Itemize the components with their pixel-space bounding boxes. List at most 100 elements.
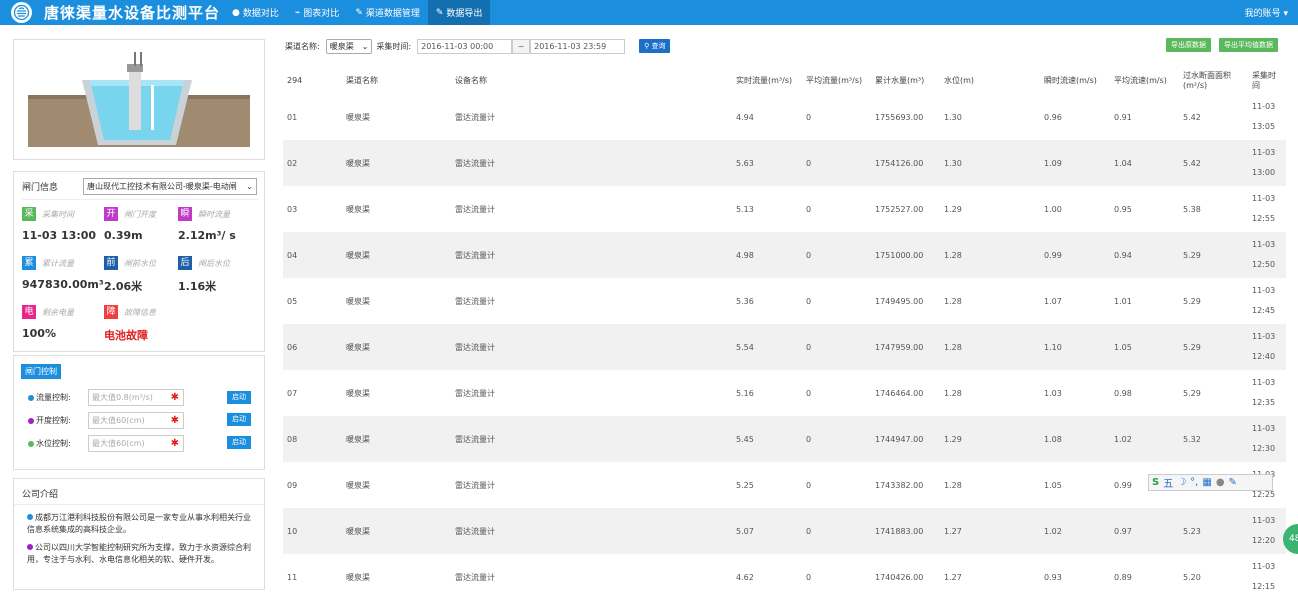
end-time-input[interactable]: 2016-11-03 23:59 bbox=[530, 38, 626, 54]
table-cell: 0 bbox=[806, 388, 812, 398]
channel-select[interactable]: 暖泉渠 ⌄ bbox=[325, 38, 373, 54]
table-cell: 1755693.00 bbox=[875, 112, 924, 122]
wrench-icon: ✎ bbox=[355, 7, 363, 18]
table-row[interactable]: 11 暖泉渠 雷达流量计 4.62 0 1740426.00 1.27 0.93 0.89 5.2… bbox=[283, 554, 1286, 600]
company-paragraph: 成都万江港利科技股份有限公司是一家专业从事水利相关行业信息系统集成的高科技企业。 bbox=[27, 512, 257, 536]
query-button[interactable]: ⚲ 查询 bbox=[639, 39, 671, 53]
table-cell: 5.42 bbox=[1179, 140, 1248, 186]
table-cell: 10 bbox=[283, 508, 342, 554]
metric-label: 剩余电量 bbox=[42, 307, 74, 317]
nav-chart-compare[interactable]: ⌁ 图表对比 bbox=[287, 0, 347, 25]
table-row[interactable]: 01 暖泉渠 雷达流量计 4.94 0 1755693.00 1.30 0.96 0.91 5.4… bbox=[283, 94, 1286, 140]
sogou-icon: S bbox=[1152, 477, 1160, 488]
table-row[interactable]: 09暖泉渠雷达流量计5.2501743382.001.281.050.9911-… bbox=[283, 462, 1286, 508]
table-cell: 1.28 bbox=[940, 232, 1040, 278]
ime-toolbar[interactable]: S 五 ☽ °, ▦ ● ✎ bbox=[1148, 474, 1273, 491]
metric-label: 采集时间 bbox=[42, 209, 74, 219]
time-clock: 12:35 bbox=[1252, 398, 1276, 407]
time-date: 11-03 bbox=[1252, 102, 1276, 111]
keyboard-icon: ▦ bbox=[1202, 477, 1212, 488]
input-placeholder: 最大值60(cm) bbox=[92, 439, 145, 448]
account-label: 我的账号 bbox=[1244, 9, 1281, 19]
table-row[interactable]: 08 暖泉渠 雷达流量计 5.45 0 1744947.00 1.29 1.08 1.02 5.3… bbox=[283, 416, 1286, 462]
table-row[interactable]: 05 暖泉渠 雷达流量计 5.36 0 1749495.00 1.28 1.07 1.01 5.2… bbox=[283, 278, 1286, 324]
bullet-icon bbox=[27, 544, 33, 550]
table-cell: 5.54 bbox=[732, 324, 802, 370]
metric-gate-opening: 开闸门开度 0.39m bbox=[104, 207, 186, 242]
metric-fault: 障故障信息 电池故障 bbox=[104, 305, 186, 343]
main-nav: ● 数据对比 ⌁ 图表对比 ✎ 渠道数据管理 ✎ 数据导出 bbox=[224, 0, 491, 25]
metric-badge: 电 bbox=[22, 305, 36, 319]
gate-info-panel: 闸门信息 唐山现代工控技术有限公司-暖泉渠-电动闸 ⌄ 采采集时间 11-03 … bbox=[13, 171, 265, 352]
opening-start-button[interactable]: 启动 bbox=[227, 413, 251, 426]
metric-value: 电池故障 bbox=[104, 329, 148, 342]
nav-data-export[interactable]: ✎ 数据导出 bbox=[427, 0, 491, 25]
table-cell: 1.05 bbox=[1044, 480, 1062, 490]
time-date: 11-03 bbox=[1252, 332, 1276, 341]
query-label: 查询 bbox=[651, 42, 666, 50]
table-cell: 5.07 bbox=[732, 508, 802, 554]
column-header: 实时流量(m³/s) bbox=[732, 68, 802, 94]
metric-value: 2.12m³/ s bbox=[178, 229, 236, 242]
required-icon: ✱ bbox=[170, 415, 179, 426]
caret-down-icon: ▾ bbox=[1283, 9, 1288, 19]
table-cell: 5.42 bbox=[1183, 112, 1201, 122]
metric-badge: 累 bbox=[22, 256, 36, 270]
table-row[interactable]: 03 暖泉渠 雷达流量计 5.13 0 1752527.00 1.29 1.00 0.95 5.3… bbox=[283, 186, 1286, 232]
table-cell: 1.04 bbox=[1110, 140, 1179, 186]
start-time-input[interactable]: 2016-11-03 00:00 bbox=[417, 38, 513, 54]
search-icon: ⚲ bbox=[644, 42, 650, 50]
metric-badge: 后 bbox=[178, 256, 192, 270]
metric-value: 11-03 13:00 bbox=[22, 229, 97, 242]
export-raw-button[interactable]: 导出原数据 bbox=[1166, 38, 1211, 52]
time-date: 11-03 bbox=[1252, 424, 1276, 433]
flow-control-input[interactable]: 最大值0.8(m³/s) ✱ bbox=[88, 389, 184, 406]
table-cell: 07 bbox=[287, 388, 298, 398]
table-cell: 0.94 bbox=[1110, 232, 1179, 278]
metric-value: 947830.00m³ bbox=[22, 278, 104, 291]
table-row[interactable]: 10 暖泉渠 雷达流量计 5.07 0 1741883.00 1.27 1.02 0.97 5.2… bbox=[283, 508, 1286, 554]
table-row[interactable]: 06 暖泉渠 雷达流量计 5.54 0 1747959.00 1.28 1.10 1.05 5.2… bbox=[283, 324, 1286, 370]
column-header: 水位(m) bbox=[940, 68, 1040, 94]
table-row[interactable]: 02 暖泉渠 雷达流量计 5.63 0 1754126.00 1.30 1.09 1.04 5.4… bbox=[283, 140, 1286, 186]
time-cell: 11-03 12:15 bbox=[1248, 554, 1286, 600]
column-header: 设备名称 bbox=[451, 68, 732, 94]
opening-control-row: 开度控制: 最大值60(cm) ✱ bbox=[28, 412, 184, 429]
table-cell: 暖泉渠 bbox=[342, 232, 451, 278]
table-row[interactable]: 04 暖泉渠 雷达流量计 4.98 0 1751000.00 1.28 0.99 0.94 5.2… bbox=[283, 232, 1286, 278]
metric-value: 100% bbox=[22, 327, 56, 340]
level-start-button[interactable]: 启动 bbox=[227, 436, 251, 449]
table-cell: 5.45 bbox=[732, 416, 802, 462]
time-label: 采集时间: bbox=[376, 41, 412, 51]
table-cell: 0.99 bbox=[1040, 232, 1110, 278]
time-clock: 12:50 bbox=[1252, 260, 1276, 269]
chevron-down-icon: ⌄ bbox=[246, 182, 253, 191]
metric-badge: 瞬 bbox=[178, 207, 192, 221]
flow-start-button[interactable]: 启动 bbox=[227, 391, 251, 404]
table-cell: 1747959.00 bbox=[871, 324, 940, 370]
moon-icon: ☽ bbox=[1177, 477, 1187, 488]
company-intro-panel: 公司介绍 成都万江港利科技股份有限公司是一家专业从事水利相关行业信息系统集成的高… bbox=[13, 478, 265, 590]
table-cell: 1.00 bbox=[1044, 204, 1062, 214]
export-average-button[interactable]: 导出平均值数据 bbox=[1219, 38, 1278, 52]
nav-label: 图表对比 bbox=[303, 9, 340, 19]
metric-label: 瞬时流量 bbox=[198, 209, 230, 219]
table-cell: 暖泉渠 bbox=[342, 508, 451, 554]
time-cell: 11-03 12:50 bbox=[1248, 232, 1286, 278]
nav-data-compare[interactable]: ● 数据对比 bbox=[224, 0, 287, 25]
nav-channel-data[interactable]: ✎ 渠道数据管理 bbox=[347, 0, 428, 25]
gate-control-panel: 闸门控制 流量控制: 最大值0.8(m³/s) ✱ 启动 开度控制: 最大值60(… bbox=[13, 355, 265, 470]
table-row[interactable]: 07 暖泉渠 雷达流量计 5.16 0 1746464.00 1.28 1.03 0.98 5.2… bbox=[283, 370, 1286, 416]
top-navbar: 唐徕渠量水设备比测平台 ● 数据对比 ⌁ 图表对比 ✎ 渠道数据管理 ✎ 数据导出 我的… bbox=[0, 0, 1298, 25]
level-control-input[interactable]: 最大值60(cm) ✱ bbox=[88, 435, 184, 452]
metric-badge: 障 bbox=[104, 305, 118, 319]
opening-control-input[interactable]: 最大值60(cm) ✱ bbox=[88, 412, 184, 429]
channel-illustration bbox=[13, 39, 265, 160]
table-cell: 雷达流量计 bbox=[455, 388, 495, 398]
account-menu[interactable]: 我的账号 ▾ bbox=[1245, 6, 1288, 19]
flow-control-row: 流量控制: 最大值0.8(m³/s) ✱ bbox=[28, 389, 184, 406]
gate-select[interactable]: 唐山现代工控技术有限公司-暖泉渠-电动闸 ⌄ bbox=[83, 178, 257, 195]
table-cell: 5.13 bbox=[736, 204, 754, 214]
table-cell: 5.20 bbox=[1183, 572, 1201, 582]
table-cell: 0.93 bbox=[1044, 572, 1062, 582]
